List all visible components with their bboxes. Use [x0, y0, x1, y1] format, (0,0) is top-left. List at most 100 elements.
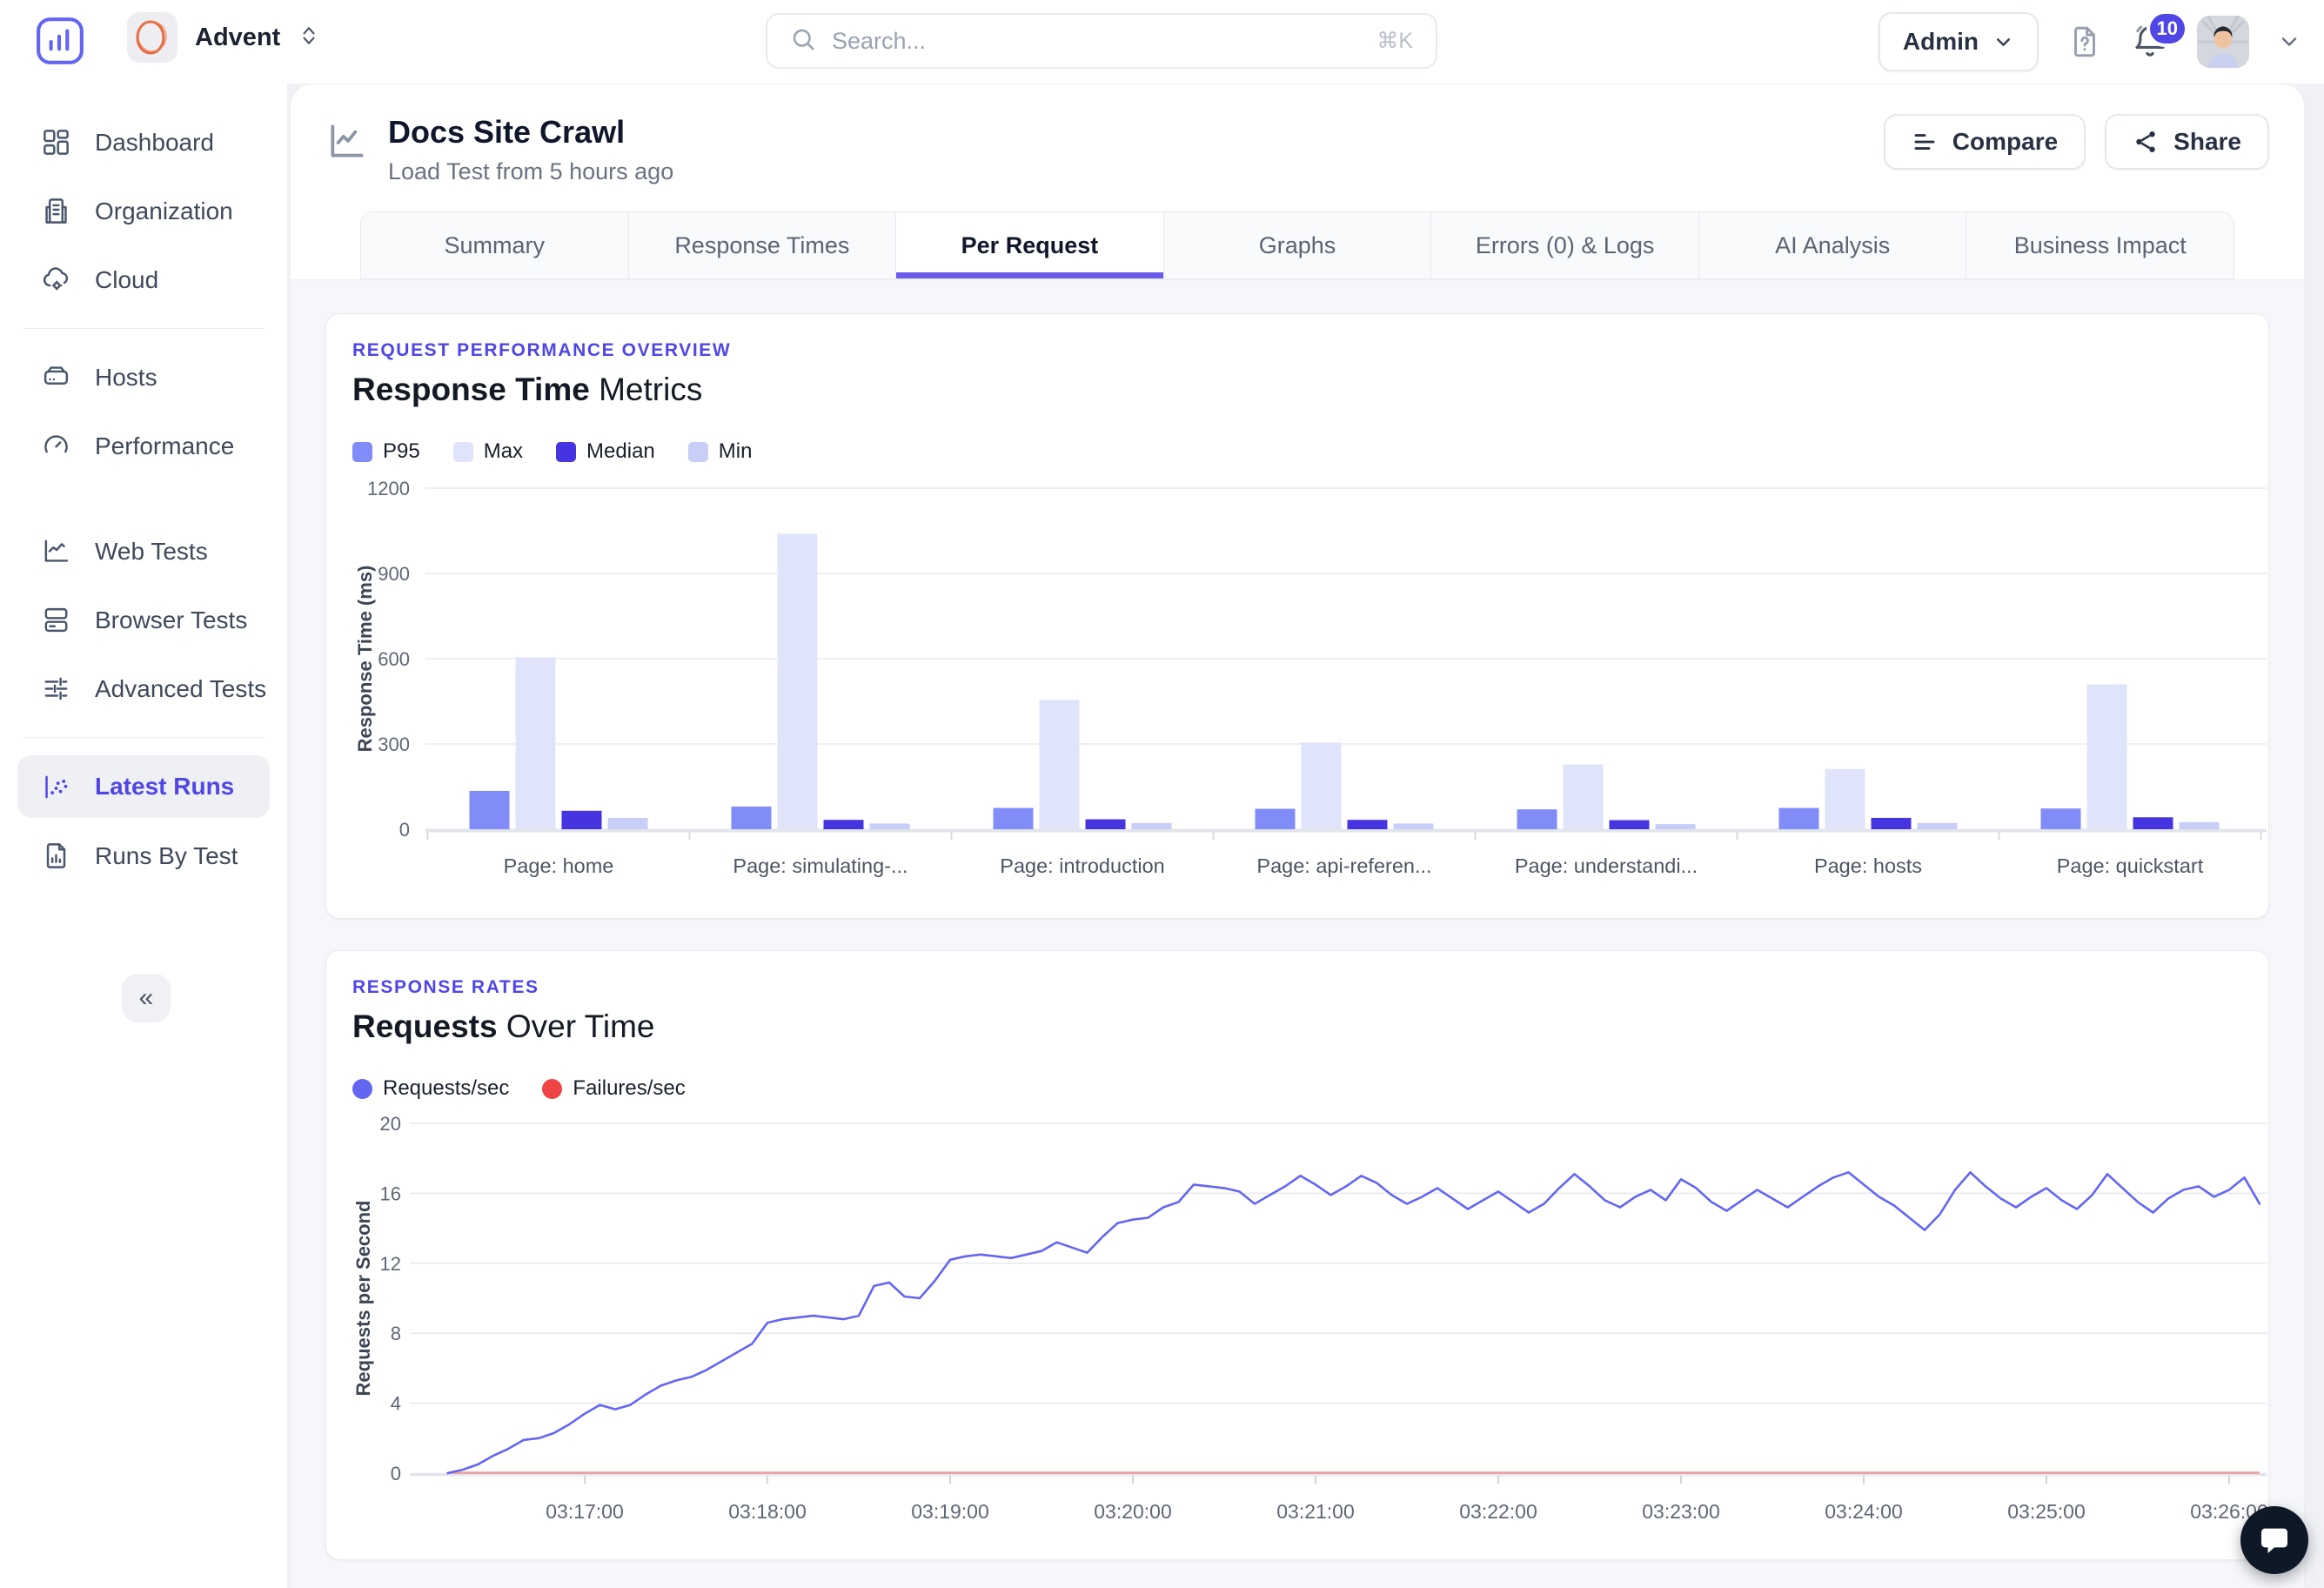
sidebar-item-label: Performance	[95, 432, 234, 460]
advanced-tests-icon	[41, 673, 71, 704]
svg-text:Page: understandi...: Page: understandi...	[1515, 854, 1698, 877]
svg-text:03:24:00: 03:24:00	[1825, 1500, 1903, 1523]
legend-item-requests-sec: Requests/sec	[352, 1076, 509, 1101]
compare-button[interactable]: Compare	[1884, 114, 2086, 170]
legend-item-min: Min	[688, 439, 753, 464]
svg-text:Page: api-referen...: Page: api-referen...	[1256, 854, 1431, 877]
sidebar: Dashboard Organization Cloud Hosts Performan…	[0, 84, 287, 1588]
panel-header: Docs Site Crawl Load Test from 5 hours a…	[291, 84, 2304, 279]
card-eyebrow: REQUEST PERFORMANCE OVERVIEW	[352, 340, 2242, 361]
svg-text:16: 16	[380, 1183, 401, 1204]
svg-text:03:19:00: 03:19:00	[911, 1500, 989, 1523]
sidebar-item-label: Latest Runs	[95, 773, 234, 801]
sidebar-item-hosts[interactable]: Hosts	[0, 343, 287, 412]
sidebar-item-latest-runs[interactable]: Latest Runs	[17, 755, 270, 818]
cloud-icon	[41, 265, 71, 295]
tab-response-times[interactable]: Response Times	[629, 212, 897, 278]
tab-bar: SummaryResponse TimesPer RequestGraphsEr…	[360, 211, 2234, 279]
requests-over-time-card: RESPONSE RATES Requests Over Time Reques…	[325, 950, 2269, 1560]
compare-lines-icon	[1912, 129, 1938, 155]
sidebar-item-runs-by-test[interactable]: Runs By Test	[0, 821, 287, 890]
browser-tests-icon	[41, 605, 71, 635]
svg-text:03:20:00: 03:20:00	[1094, 1500, 1172, 1523]
svg-text:03:18:00: 03:18:00	[728, 1500, 807, 1523]
app-logo-icon[interactable]	[35, 16, 85, 66]
sidebar-item-web-tests[interactable]: Web Tests	[0, 517, 287, 586]
topbar-actions: Admin 10	[1879, 12, 2301, 71]
card-title: Requests Over Time	[352, 1008, 2242, 1045]
page-subtitle: Load Test from 5 hours ago	[388, 158, 673, 185]
topbar: Advent Search... ⌘K Admin	[0, 0, 2324, 84]
organization-icon	[41, 196, 71, 226]
sidebar-item-label: Organization	[95, 198, 233, 225]
sidebar-divider	[23, 737, 265, 738]
notification-badge: 10	[2147, 10, 2188, 47]
performance-icon	[41, 431, 71, 461]
sidebar-item-label: Web Tests	[95, 538, 208, 566]
page-title: Docs Site Crawl	[388, 114, 673, 151]
notifications-button[interactable]: 10	[2131, 23, 2169, 61]
card-eyebrow: RESPONSE RATES	[352, 977, 2242, 998]
tab-graphs[interactable]: Graphs	[1164, 212, 1432, 278]
svg-text:600: 600	[378, 648, 410, 670]
runs-by-test-icon	[41, 841, 71, 871]
svg-text:1200: 1200	[367, 478, 410, 499]
tab-summary[interactable]: Summary	[361, 212, 629, 278]
sidebar-item-browser-tests[interactable]: Browser Tests	[0, 586, 287, 654]
tab-ai-analysis[interactable]: AI Analysis	[1699, 212, 1967, 278]
tab-per-request[interactable]: Per Request	[896, 212, 1164, 278]
tab-errors-0-logs[interactable]: Errors (0) & Logs	[1431, 212, 1699, 278]
search-placeholder: Search...	[832, 28, 926, 55]
svg-text:8: 8	[391, 1323, 401, 1344]
svg-text:Page: home: Page: home	[504, 854, 614, 877]
chat-button[interactable]	[2240, 1506, 2308, 1574]
sidebar-item-label: Advanced Tests	[95, 675, 266, 703]
chevron-down-icon	[1992, 31, 2014, 53]
svg-text:Requests per Second: Requests per Second	[352, 1201, 374, 1397]
charts-section: REQUEST PERFORMANCE OVERVIEW Response Ti…	[291, 279, 2304, 1588]
svg-text:900: 900	[378, 563, 410, 585]
share-label: Share	[2173, 128, 2241, 156]
sidebar-item-label: Dashboard	[95, 129, 214, 157]
svg-text:Page: simulating-...: Page: simulating-...	[733, 854, 907, 877]
org-switcher[interactable]: Advent	[127, 12, 320, 63]
admin-menu-button[interactable]: Admin	[1879, 12, 2039, 71]
sidebar-item-label: Hosts	[95, 364, 157, 392]
search-shortcut: ⌘K	[1376, 28, 1413, 54]
response-time-bar-chart: 0 300 600 900 1200 Response Time (ms) Page: ho…	[352, 471, 2275, 906]
latest-runs-icon	[41, 772, 71, 802]
hosts-icon	[41, 362, 71, 392]
svg-text:300: 300	[378, 734, 410, 755]
chevron-down-icon	[2277, 30, 2301, 54]
web-tests-icon	[41, 536, 71, 566]
tab-business-impact[interactable]: Business Impact	[1966, 212, 2234, 278]
main-panel: Docs Site Crawl Load Test from 5 hours a…	[290, 84, 2305, 1588]
card-title: Response Time Metrics	[352, 372, 2242, 408]
svg-text:Response Time (ms): Response Time (ms)	[354, 566, 376, 753]
svg-text:4: 4	[391, 1393, 401, 1415]
svg-text:Page: hosts: Page: hosts	[1814, 854, 1922, 877]
sidebar-divider	[23, 328, 265, 329]
bar-chart-legend: P95MaxMedianMin	[352, 439, 2242, 464]
legend-item-failures-sec: Failures/sec	[542, 1076, 685, 1101]
svg-text:20: 20	[380, 1113, 401, 1135]
search-input[interactable]: Search... ⌘K	[766, 13, 1437, 69]
sidebar-item-advanced-tests[interactable]: Advanced Tests	[0, 654, 287, 723]
help-button[interactable]	[2066, 23, 2103, 60]
svg-text:0: 0	[399, 819, 410, 841]
user-avatar[interactable]	[2197, 16, 2249, 68]
share-button[interactable]: Share	[2105, 114, 2269, 170]
sidebar-collapse-button[interactable]: «	[122, 974, 171, 1022]
sidebar-item-performance[interactable]: Performance	[0, 412, 287, 480]
search-icon	[790, 26, 816, 57]
org-name: Advent	[195, 23, 280, 52]
sidebar-item-cloud[interactable]: Cloud	[0, 245, 287, 314]
sidebar-item-dashboard[interactable]: Dashboard	[0, 108, 287, 177]
sidebar-item-organization[interactable]: Organization	[0, 177, 287, 245]
compare-label: Compare	[1952, 128, 2058, 156]
sidebar-item-label: Cloud	[95, 266, 158, 294]
share-network-icon	[2133, 129, 2159, 155]
user-menu-chevron[interactable]	[2277, 30, 2301, 54]
legend-item-p95: P95	[352, 439, 420, 464]
svg-text:03:23:00: 03:23:00	[1642, 1500, 1720, 1523]
